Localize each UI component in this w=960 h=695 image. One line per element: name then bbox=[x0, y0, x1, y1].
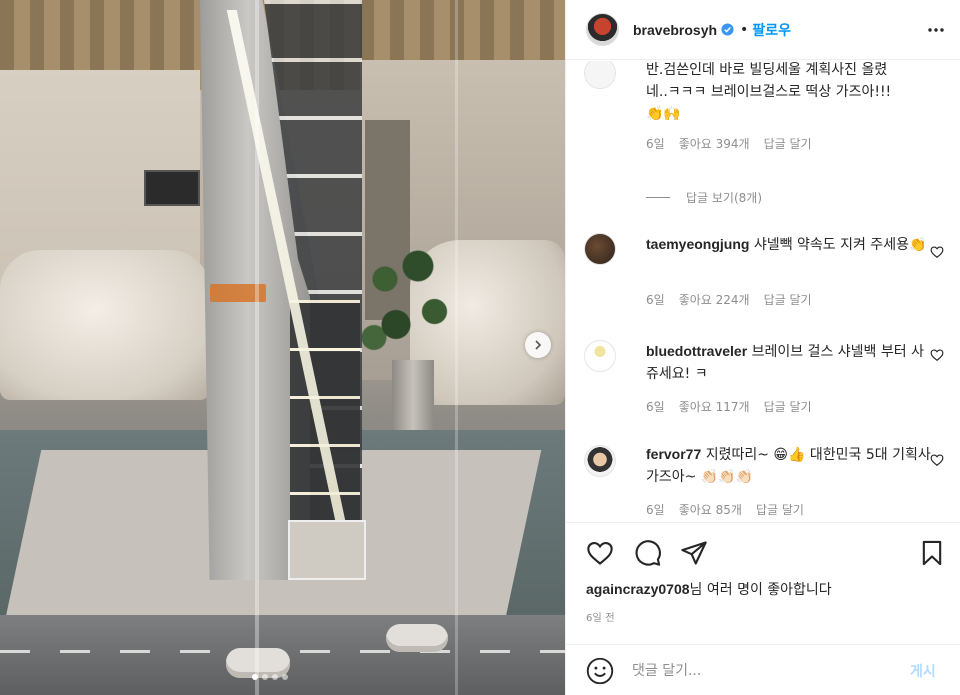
carousel-indicator bbox=[252, 674, 288, 680]
post-side-panel: bravebrosyh • 팔로우 반.검쓴인데 바로 빌딩세울 계획사진 올렸… bbox=[565, 0, 960, 695]
carousel-dot bbox=[252, 674, 258, 680]
comment-meta: 6일 좋아요 117개 답글 달기 bbox=[646, 398, 812, 415]
emoji-smiley-icon[interactable] bbox=[586, 657, 614, 685]
plant bbox=[352, 240, 462, 370]
plant-pot bbox=[392, 360, 434, 438]
view-replies-button[interactable]: 답글 보기(8개) bbox=[646, 189, 762, 206]
comment-likes[interactable]: 좋아요 85개 bbox=[679, 501, 742, 518]
comment-item: taemyeongjung 샤넬빽 약속도 지켜 주세용👏 6일 좋아요 224… bbox=[584, 231, 944, 311]
comment-item: fervor77 지렸따리~ 😁👍 대한민국 5대 기획사 가즈아~ 👏🏻👏🏻👏… bbox=[584, 443, 944, 522]
comment-meta: 6일 좋아요 85개 답글 달기 bbox=[646, 501, 804, 518]
share-paper-plane-icon[interactable] bbox=[680, 539, 708, 567]
sofa-left bbox=[0, 250, 210, 400]
like-comment-heart-icon[interactable] bbox=[930, 348, 944, 362]
header-separator: • bbox=[740, 21, 749, 38]
comment-time[interactable]: 6일 bbox=[646, 398, 665, 415]
likes-summary-user[interactable]: againcrazy0708 bbox=[586, 581, 690, 597]
reply-button[interactable]: 답글 달기 bbox=[756, 501, 804, 518]
post-photo[interactable] bbox=[0, 0, 565, 695]
building-lobby bbox=[288, 520, 366, 580]
author-avatar[interactable] bbox=[586, 13, 619, 46]
chevron-right-icon bbox=[535, 340, 542, 350]
comment-time[interactable]: 6일 bbox=[646, 291, 665, 308]
comment-meta: 6일 좋아요 394개 답글 달기 bbox=[646, 135, 812, 152]
comment-username[interactable]: bluedottraveler bbox=[646, 343, 747, 359]
comment-time[interactable]: 6일 bbox=[646, 135, 665, 152]
comment-item: bluedottraveler 브레이브 걸스 샤넬백 부터 사쥬세요! ㅋ 6… bbox=[584, 338, 944, 418]
comment-text: 반.검쓴인데 바로 빌딩세울 계획사진 올렸 네..ㅋㅋㅋ 브레이브걸스로 떡상… bbox=[646, 61, 932, 125]
comment-text: taemyeongjung 샤넬빽 약속도 지켜 주세용👏 bbox=[646, 233, 932, 256]
view-replies-label: 답글 보기(8개) bbox=[686, 191, 763, 205]
comment-emoji: 👏🙌 bbox=[646, 106, 681, 122]
comments-list[interactable]: 반.검쓴인데 바로 빌딩세울 계획사진 올렸 네..ㅋㅋㅋ 브레이브걸스로 떡상… bbox=[566, 61, 960, 522]
like-comment-heart-icon[interactable] bbox=[930, 453, 944, 467]
like-comment-heart-icon[interactable] bbox=[930, 245, 944, 259]
model-car bbox=[386, 624, 448, 652]
likes-summary-text[interactable]: 님 여러 명이 좋아합니다 bbox=[690, 582, 832, 598]
carousel-dot bbox=[262, 674, 268, 680]
like-heart-icon[interactable] bbox=[586, 539, 614, 567]
comment-bubble-icon[interactable] bbox=[634, 539, 662, 567]
comment-body: 샤넬빽 약속도 지켜 주세용👏 bbox=[753, 237, 927, 253]
commenter-avatar[interactable] bbox=[584, 233, 616, 265]
comment-meta: 6일 좋아요 224개 답글 달기 bbox=[646, 291, 812, 308]
background-tv bbox=[144, 170, 200, 206]
comment-time[interactable]: 6일 bbox=[646, 501, 665, 518]
comment-input[interactable] bbox=[632, 662, 902, 679]
carousel-dot bbox=[282, 674, 288, 680]
view-replies-line bbox=[646, 197, 670, 198]
reply-button[interactable]: 답글 달기 bbox=[764, 291, 812, 308]
comment-username[interactable]: taemyeongjung bbox=[646, 236, 749, 252]
likes-summary: againcrazy0708님 여러 명이 좋아합니다 bbox=[586, 579, 832, 599]
comment-text: bluedottraveler 브레이브 걸스 샤넬백 부터 사쥬세요! ㅋ bbox=[646, 340, 932, 385]
post-timestamp[interactable]: 6일 전 bbox=[586, 609, 615, 624]
comment-likes[interactable]: 좋아요 117개 bbox=[679, 398, 750, 415]
comment-item: 반.검쓴인데 바로 빌딩세울 계획사진 올렸 네..ㅋㅋㅋ 브레이브걸스로 떡상… bbox=[584, 61, 944, 161]
more-options-icon[interactable] bbox=[927, 22, 945, 38]
comment-box: 게시 bbox=[566, 644, 960, 695]
display-case-edge bbox=[455, 0, 458, 695]
display-case-edge bbox=[255, 0, 259, 695]
comment-text: fervor77 지렸따리~ 😁👍 대한민국 5대 기획사 가즈아~ 👏🏻👏🏻👏… bbox=[646, 443, 932, 488]
commenter-avatar[interactable] bbox=[584, 445, 616, 477]
author-username[interactable]: bravebrosyh bbox=[633, 22, 717, 38]
post-actions: againcrazy0708님 여러 명이 좋아합니다 6일 전 게시 bbox=[566, 522, 960, 692]
reply-button[interactable]: 답글 달기 bbox=[764, 135, 812, 152]
post-header: bravebrosyh • 팔로우 bbox=[566, 0, 960, 60]
next-image-button[interactable] bbox=[525, 332, 551, 358]
comment-likes[interactable]: 좋아요 224개 bbox=[679, 291, 750, 308]
post-comment-button[interactable]: 게시 bbox=[910, 661, 936, 681]
comment-text-line: 네..ㅋㅋㅋ 브레이브걸스로 떡상 가즈아!!! bbox=[646, 84, 892, 100]
commenter-avatar[interactable] bbox=[584, 340, 616, 372]
comment-likes[interactable]: 좋아요 394개 bbox=[679, 135, 750, 152]
comment-text-line: 반.검쓴인데 바로 빌딩세울 계획사진 올렸 bbox=[646, 62, 888, 78]
save-bookmark-icon[interactable] bbox=[918, 539, 946, 567]
follow-button[interactable]: 팔로우 bbox=[752, 20, 791, 40]
comment-username[interactable]: fervor77 bbox=[646, 446, 701, 462]
reply-button[interactable]: 답글 달기 bbox=[764, 398, 812, 415]
verified-badge-icon bbox=[721, 23, 734, 36]
carousel-dot bbox=[272, 674, 278, 680]
commenter-avatar[interactable] bbox=[584, 61, 616, 89]
